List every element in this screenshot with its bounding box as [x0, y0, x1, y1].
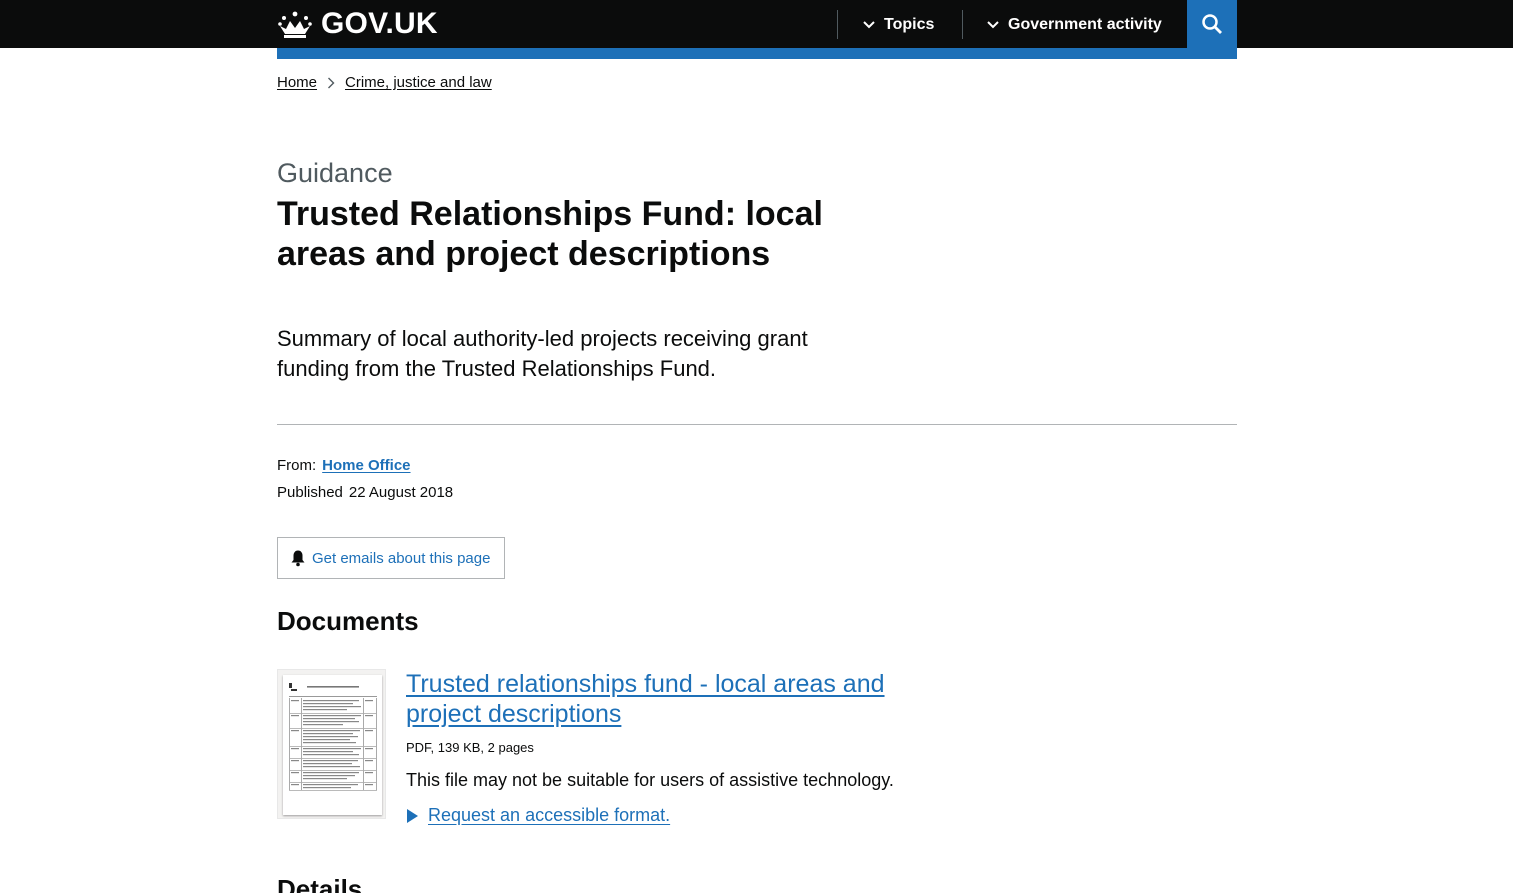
- search-icon: [1202, 14, 1222, 34]
- get-emails-button[interactable]: Get emails about this page: [277, 537, 505, 579]
- section-divider: [277, 424, 1237, 425]
- published-date: 22 August 2018: [348, 484, 454, 501]
- document-title-link[interactable]: Trusted relationships fund - local areas…: [406, 669, 926, 729]
- govuk-logo-link[interactable]: GOV.UK: [277, 7, 438, 41]
- header-accent-bar: [277, 48, 1237, 59]
- metadata-from: From: Home Office: [277, 457, 411, 474]
- from-label: From:: [277, 457, 317, 474]
- details-heading: Details: [277, 874, 363, 893]
- nav-government-activity-label: Government activity: [1008, 16, 1162, 33]
- nav-topics-label: Topics: [884, 16, 935, 33]
- published-label: Published: [277, 484, 343, 501]
- metadata-published: Published 22 August 2018: [277, 484, 453, 501]
- bell-icon: [291, 550, 305, 567]
- nav-topics[interactable]: Topics: [862, 10, 934, 40]
- document-accessibility-note: This file may not be suitable for users …: [406, 770, 894, 790]
- breadcrumb-crime-justice-law[interactable]: Crime, justice and law: [345, 74, 492, 91]
- request-accessible-format-toggle[interactable]: Request an accessible format.: [406, 805, 670, 826]
- breadcrumb-home[interactable]: Home: [277, 74, 317, 91]
- page-summary: Summary of local authority-led projects …: [277, 326, 808, 381]
- logo-text: GOV.UK: [321, 7, 438, 40]
- search-button[interactable]: [1187, 0, 1237, 48]
- document-preview-icon: [289, 683, 377, 791]
- document-file-meta: PDF, 139 KB, 2 pages: [406, 740, 534, 755]
- chevron-down-icon: [863, 21, 875, 29]
- site-header: GOV.UK Topics Government activity: [0, 0, 1513, 48]
- chevron-right-icon: [328, 77, 335, 88]
- crown-icon: [278, 11, 312, 38]
- page-caption: Guidance: [277, 158, 393, 188]
- nav-government-activity[interactable]: Government activity: [986, 10, 1162, 40]
- breadcrumb: Home Crime, justice and law: [277, 74, 492, 91]
- documents-heading: Documents: [277, 606, 419, 636]
- nav-divider: [962, 10, 963, 39]
- from-organisation-link[interactable]: Home Office: [322, 457, 410, 474]
- document-thumbnail-page: [283, 675, 382, 815]
- page-title: Trusted Relationships Fund: local areas …: [277, 195, 823, 273]
- request-accessible-format-label: Request an accessible format.: [428, 805, 671, 825]
- get-emails-label: Get emails about this page: [312, 549, 491, 567]
- chevron-down-icon: [987, 21, 999, 29]
- caret-right-icon: [407, 808, 418, 823]
- nav-divider: [837, 10, 838, 39]
- document-thumbnail[interactable]: [277, 669, 386, 819]
